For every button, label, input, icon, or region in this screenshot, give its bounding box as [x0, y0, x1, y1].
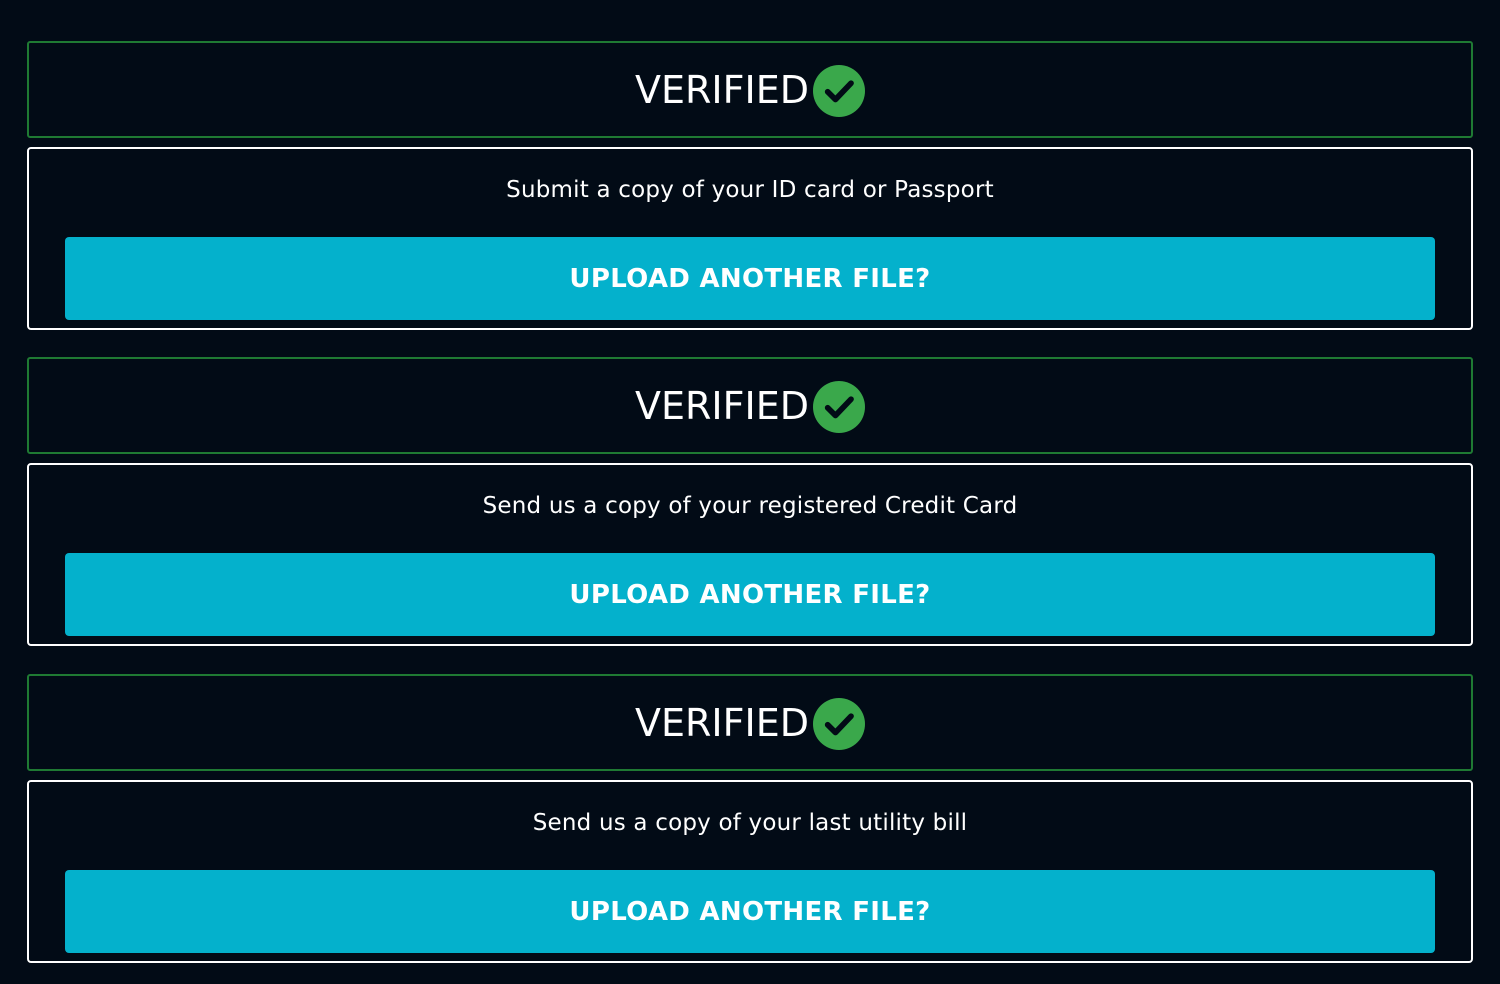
instruction-text: Send us a copy of your registered Credit… — [482, 493, 1018, 519]
check-circle-icon — [812, 65, 865, 117]
status-label: VERIFIED — [635, 700, 809, 745]
upload-panel: Send us a copy of your last utility bill… — [27, 780, 1473, 963]
instruction-text: Send us a copy of your last utility bill — [532, 810, 968, 836]
verified-status-box: VERIFIED — [27, 674, 1473, 771]
upload-another-file-button[interactable]: UPLOAD ANOTHER FILE? — [65, 870, 1435, 953]
check-circle-icon — [812, 381, 865, 433]
upload-another-file-button[interactable]: UPLOAD ANOTHER FILE? — [65, 237, 1435, 320]
status-label: VERIFIED — [635, 67, 809, 112]
check-circle-icon — [812, 698, 865, 750]
status-label: VERIFIED — [635, 383, 809, 428]
verified-status-box: VERIFIED — [27, 41, 1473, 138]
instruction-text: Submit a copy of your ID card or Passpor… — [506, 177, 994, 203]
upload-another-file-button[interactable]: UPLOAD ANOTHER FILE? — [65, 553, 1435, 636]
verified-status-box: VERIFIED — [27, 357, 1473, 454]
upload-panel: Send us a copy of your registered Credit… — [27, 463, 1473, 646]
verification-page: VERIFIED Submit a copy of your ID card o… — [0, 0, 1500, 984]
upload-panel: Submit a copy of your ID card or Passpor… — [27, 147, 1473, 330]
